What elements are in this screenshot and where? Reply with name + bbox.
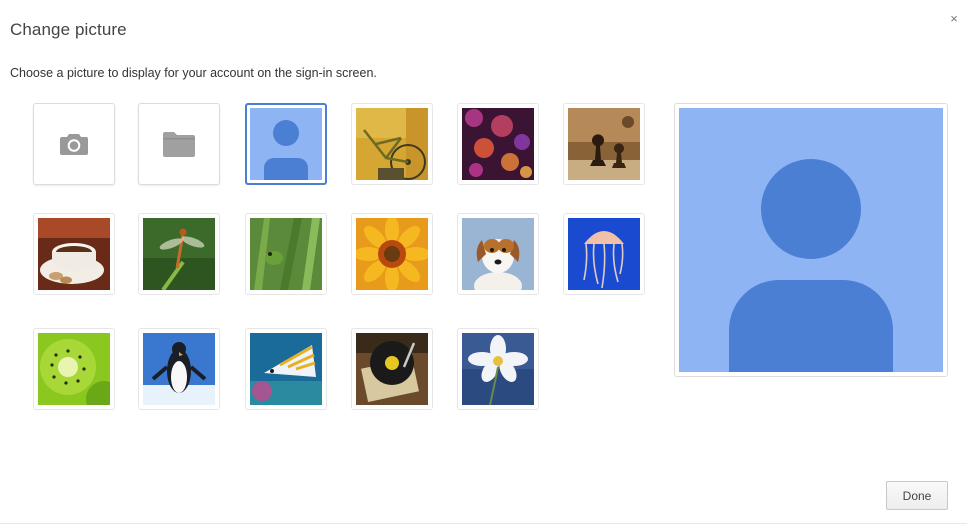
bicycle-picture[interactable] bbox=[351, 103, 433, 185]
dragonfly-picture[interactable] bbox=[138, 213, 220, 295]
frog-image bbox=[250, 218, 322, 290]
chess-picture[interactable] bbox=[563, 103, 645, 185]
default-avatar-option[interactable] bbox=[245, 103, 327, 185]
jellyfish-picture[interactable] bbox=[563, 213, 645, 295]
flower-picture[interactable] bbox=[351, 213, 433, 295]
chess-image bbox=[568, 108, 640, 180]
fish-picture[interactable] bbox=[245, 328, 327, 410]
folder-icon bbox=[163, 132, 195, 157]
record-player-picture[interactable] bbox=[351, 328, 433, 410]
record-player-image bbox=[356, 333, 428, 405]
dialog-description: Choose a picture to display for your acc… bbox=[10, 66, 377, 80]
take-photo-button[interactable] bbox=[33, 103, 115, 185]
choose-file-button[interactable] bbox=[138, 103, 220, 185]
puppy-image bbox=[462, 218, 534, 290]
bokeh-image bbox=[462, 108, 534, 180]
flower-image bbox=[356, 218, 428, 290]
penguin-image bbox=[143, 333, 215, 405]
white-flower-picture[interactable] bbox=[457, 328, 539, 410]
default-profile-icon bbox=[679, 108, 943, 372]
kiwi-picture[interactable] bbox=[33, 328, 115, 410]
dialog-bottom-border bbox=[0, 523, 967, 524]
camera-icon bbox=[60, 134, 88, 155]
picture-grid bbox=[33, 103, 653, 413]
kiwi-image bbox=[38, 333, 110, 405]
bokeh-picture[interactable] bbox=[457, 103, 539, 185]
done-button[interactable]: Done bbox=[886, 481, 948, 510]
penguin-picture[interactable] bbox=[138, 328, 220, 410]
puppy-picture[interactable] bbox=[457, 213, 539, 295]
bicycle-image bbox=[356, 108, 428, 180]
dialog-title: Change picture bbox=[10, 20, 127, 39]
coffee-image bbox=[38, 218, 110, 290]
close-icon[interactable]: × bbox=[947, 12, 961, 26]
coffee-picture[interactable] bbox=[33, 213, 115, 295]
picture-preview bbox=[674, 103, 948, 377]
fish-image bbox=[250, 333, 322, 405]
jellyfish-image bbox=[568, 218, 640, 290]
white-flower-image bbox=[462, 333, 534, 405]
dragonfly-image bbox=[143, 218, 215, 290]
frog-picture[interactable] bbox=[245, 213, 327, 295]
default-profile-icon bbox=[250, 108, 322, 180]
change-picture-dialog: Change picture × Choose a picture to dis… bbox=[0, 0, 967, 529]
